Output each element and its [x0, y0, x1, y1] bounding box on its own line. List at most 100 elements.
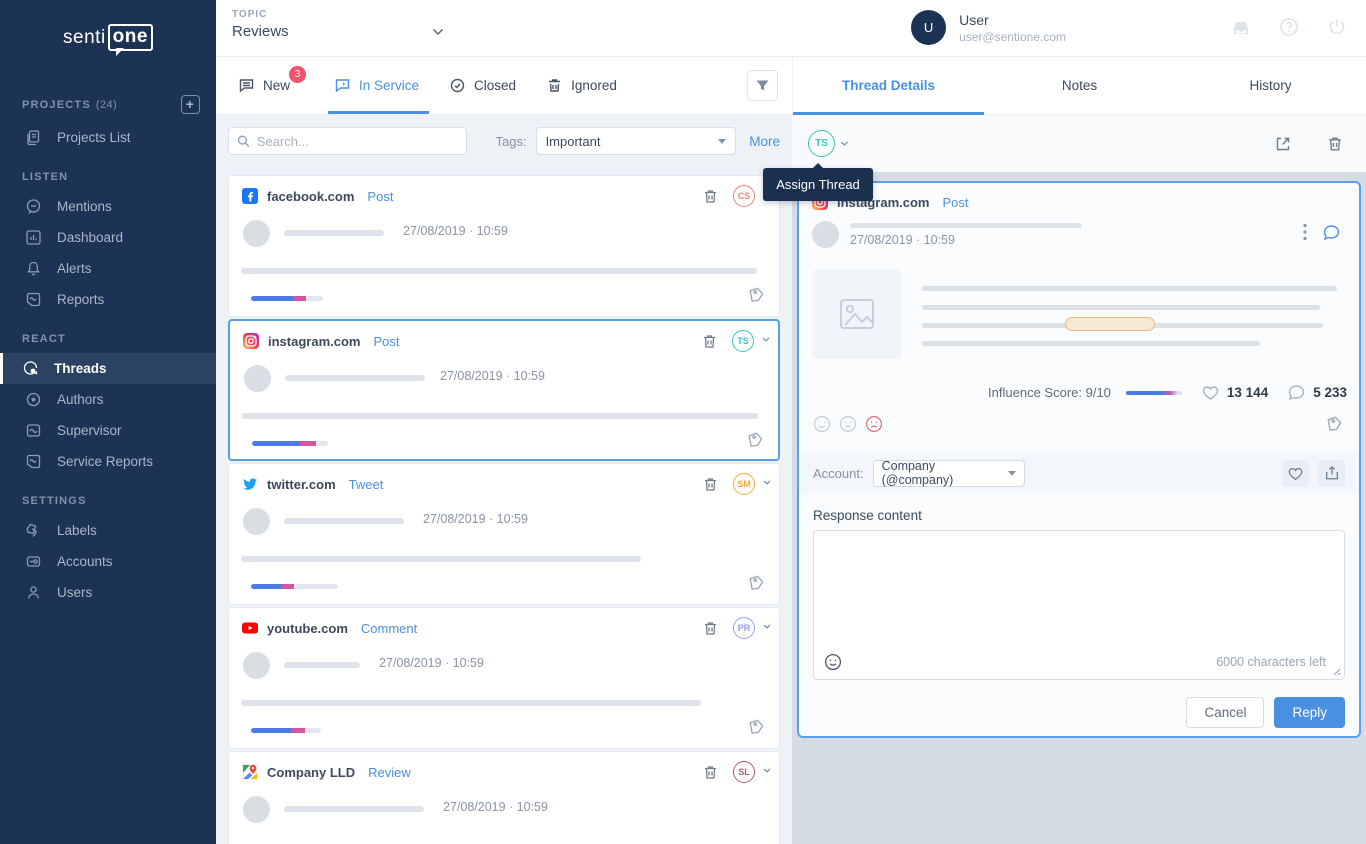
- tab-thread-details[interactable]: Thread Details: [793, 57, 984, 114]
- tab-ignored[interactable]: Ignored: [546, 57, 617, 114]
- chevron-down-icon[interactable]: [762, 337, 770, 343]
- sidebar-item-reports[interactable]: Reports: [0, 284, 216, 315]
- mentions-icon: [25, 198, 42, 215]
- thread-type-link[interactable]: Post: [367, 189, 393, 204]
- thread-list-item-twitter[interactable]: twitter.com Tweet SM 27/08/2019 · 10:59: [228, 463, 780, 605]
- sidebar-section-header: REACT: [0, 325, 216, 353]
- thread-details-panel: Thread Details Notes History TS Assign T…: [792, 57, 1366, 844]
- sidebar-item-label: Accounts: [57, 554, 113, 569]
- assignee-chip[interactable]: TS: [732, 330, 754, 352]
- add-project-button[interactable]: +: [181, 95, 200, 114]
- chevron-down-icon[interactable]: [763, 624, 771, 630]
- thread-list-item-company-lld[interactable]: Company LLD Review SL 27/08/2019 · 10:59: [228, 751, 780, 844]
- sidebar-item-service-reports[interactable]: Service Reports: [0, 446, 216, 477]
- topic-selector[interactable]: TOPIC Reviews: [232, 9, 289, 40]
- assign-thread-chip[interactable]: TS: [808, 130, 835, 157]
- thread-list-item-youtube[interactable]: youtube.com Comment PR 27/08/2019 · 10:5…: [228, 607, 780, 749]
- skeleton-line: [850, 223, 1082, 228]
- trash-icon[interactable]: [701, 333, 718, 350]
- trash-icon[interactable]: [702, 764, 719, 781]
- like-button[interactable]: [1282, 460, 1309, 487]
- sidebar-item-mentions[interactable]: Mentions: [0, 191, 216, 222]
- comment-bubble-icon[interactable]: [1322, 223, 1341, 242]
- emoji-picker-icon[interactable]: [824, 653, 842, 671]
- user-menu[interactable]: U User user@sentione.com: [911, 10, 1066, 45]
- sidebar-item-alerts[interactable]: Alerts: [0, 253, 216, 284]
- tag-icon[interactable]: [746, 574, 765, 593]
- thread-type-link[interactable]: Post: [942, 195, 968, 210]
- assignee-initials: SM: [737, 479, 751, 489]
- reply-button[interactable]: Reply: [1274, 697, 1345, 728]
- topbar: TOPIC Reviews U User user@sentione.com: [216, 0, 1366, 57]
- resize-handle[interactable]: [1332, 667, 1341, 676]
- author-avatar-skeleton: [812, 221, 839, 248]
- thread-head: twitter.com Tweet: [242, 476, 383, 492]
- thread-datetime: 27/08/2019 · 10:59: [443, 800, 548, 814]
- sidebar-item-dashboard[interactable]: Dashboard: [0, 222, 216, 253]
- open-external-icon[interactable]: [1274, 135, 1292, 153]
- chevron-down-icon[interactable]: [763, 768, 771, 774]
- assignee-chip[interactable]: SL: [733, 761, 755, 783]
- tag-icon[interactable]: [746, 718, 765, 737]
- chevron-down-icon[interactable]: [840, 141, 849, 147]
- sentiment-negative-icon[interactable]: [865, 415, 883, 433]
- sidebar-item-authors[interactable]: Authors: [0, 384, 216, 415]
- sentiment-bar: [251, 296, 323, 301]
- section-label: LISTEN: [22, 171, 68, 183]
- tag-icon[interactable]: [746, 286, 765, 305]
- thread-type-link[interactable]: Tweet: [349, 477, 384, 492]
- filter-button[interactable]: [747, 70, 778, 101]
- inbox-icon[interactable]: [1230, 16, 1252, 38]
- avatar[interactable]: U: [911, 10, 946, 45]
- search-input[interactable]: [257, 134, 459, 149]
- kebab-menu-icon[interactable]: [1303, 223, 1307, 241]
- sidebar-item-labels[interactable]: Labels: [0, 515, 216, 546]
- sidebar-item-accounts[interactable]: Accounts: [0, 546, 216, 577]
- sidebar-item-users[interactable]: Users: [0, 577, 216, 608]
- sidebar-item-threads[interactable]: Threads: [0, 353, 216, 384]
- thread-list-item-facebook[interactable]: facebook.com Post CS 27/08/2019 · 10:59: [228, 175, 780, 317]
- dashboard-icon: [25, 229, 42, 246]
- chevron-down-icon[interactable]: [432, 28, 444, 36]
- sentiment-positive-icon[interactable]: [813, 415, 831, 433]
- assignee-chip[interactable]: PR: [733, 617, 755, 639]
- tab-history[interactable]: History: [1175, 57, 1366, 114]
- influence-score-bar: [1126, 391, 1182, 395]
- tag-icon[interactable]: [1324, 415, 1343, 434]
- tags-icon: [25, 522, 42, 539]
- author-avatar-skeleton: [243, 796, 270, 823]
- thread-list-item-instagram[interactable]: instagram.com Post TS 27/08/2019 · 10:59: [228, 319, 780, 461]
- sentiment-neutral-icon[interactable]: [839, 415, 857, 433]
- thread-source: youtube.com: [267, 621, 348, 636]
- account-dropdown[interactable]: Company (@company): [873, 460, 1025, 487]
- trash-icon[interactable]: [702, 476, 719, 493]
- thread-type-link[interactable]: Post: [373, 334, 399, 349]
- sidebar-item-supervisor[interactable]: Supervisor: [0, 415, 216, 446]
- power-icon[interactable]: [1326, 16, 1348, 38]
- assignee-initials: PR: [738, 623, 751, 633]
- share-button[interactable]: [1318, 460, 1345, 487]
- tab-new[interactable]: New 3: [238, 57, 290, 114]
- tab-notes[interactable]: Notes: [984, 57, 1175, 114]
- thread-type-link[interactable]: Review: [368, 765, 411, 780]
- trash-icon[interactable]: [702, 188, 719, 205]
- trash-icon[interactable]: [702, 620, 719, 637]
- assignee-chip[interactable]: SM: [733, 473, 755, 495]
- sidebar-item-projects-list[interactable]: Projects List: [0, 122, 216, 153]
- chevron-down-icon[interactable]: [763, 480, 771, 486]
- tab-label: In Service: [359, 78, 419, 93]
- cancel-button[interactable]: Cancel: [1186, 697, 1264, 728]
- assignee-initials: TS: [737, 336, 749, 346]
- more-filters-link[interactable]: More: [749, 134, 780, 149]
- help-icon[interactable]: [1278, 16, 1300, 38]
- trash-icon[interactable]: [1326, 135, 1344, 153]
- assignee-chip[interactable]: CS: [733, 185, 755, 207]
- thread-type-link[interactable]: Comment: [361, 621, 417, 636]
- tab-closed[interactable]: Closed: [449, 57, 516, 114]
- tab-in-service[interactable]: In Service: [334, 57, 419, 114]
- account-actions: [1282, 460, 1345, 487]
- tags-dropdown[interactable]: Important: [536, 127, 737, 155]
- response-textarea[interactable]: [814, 531, 1344, 649]
- account-bar: Account: Company (@company): [799, 453, 1359, 493]
- tag-icon[interactable]: [745, 431, 764, 450]
